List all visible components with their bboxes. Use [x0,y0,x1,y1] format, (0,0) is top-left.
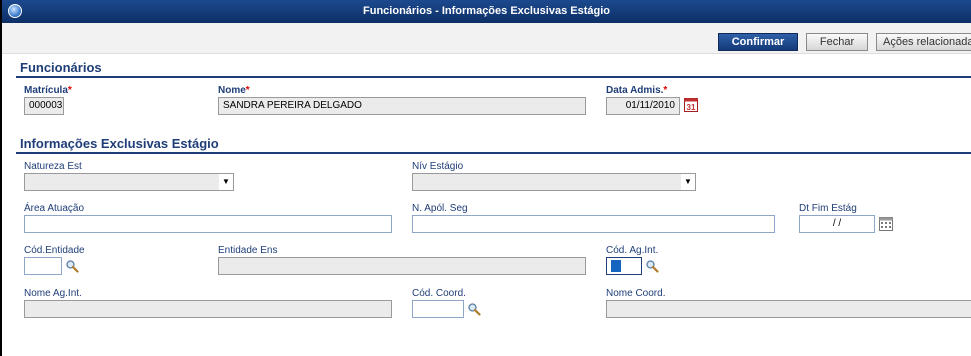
section-title-funcionarios: Funcionários [20,60,102,75]
natureza-label: Natureza Est [24,161,82,172]
app-logo-icon [8,4,22,18]
dialog-window: Funcionários - Informações Exclusivas Es… [0,0,971,356]
search-icon[interactable] [65,259,79,273]
cod-entidade-input[interactable] [24,257,62,275]
area-atuacao-label: Área Atuação [24,203,85,214]
data-admissao-label: Data Admis.* [606,85,668,96]
cod-entidade-label: Cód.Entidade [24,245,85,256]
confirm-button[interactable]: Confirmar [718,33,798,51]
dt-fim-input[interactable]: / / [799,215,875,233]
natureza-select[interactable]: ▼ [24,173,234,191]
dt-fim-label: Dt Fim Estág [799,203,857,214]
title-bar: Funcionários - Informações Exclusivas Es… [2,0,971,23]
chevron-down-icon[interactable]: ▼ [681,174,695,190]
cod-coord-label: Cód. Coord. [412,288,466,299]
nome-agint-field[interactable] [24,300,392,318]
text-cursor [611,260,621,273]
data-admissao-field[interactable]: 01/11/2010 [606,97,680,115]
toolbar: Confirmar Fechar Ações relacionadas [2,23,971,54]
nome-coord-label: Nome Coord. [606,288,666,299]
entidade-label: Entidade Ens [218,245,278,256]
area-atuacao-input[interactable] [24,215,392,233]
nome-agint-label: Nome Ag.Int. [24,288,82,299]
close-button[interactable]: Fechar [806,33,868,51]
calendar-icon[interactable]: 31 [684,98,698,112]
calendar-icon[interactable] [879,217,893,231]
section-divider [16,76,971,78]
apolice-label: N. Apól. Seg [412,203,468,214]
entidade-field[interactable] [218,257,586,275]
matricula-field[interactable]: 000003 [24,97,64,115]
chevron-down-icon[interactable]: ▼ [219,174,233,190]
section-title-estagio: Informações Exclusivas Estágio [20,136,219,151]
related-actions-button[interactable]: Ações relacionadas [876,33,971,51]
window-title: Funcionários - Informações Exclusivas Es… [363,5,610,17]
cod-coord-input[interactable] [412,300,464,318]
nome-coord-field[interactable] [606,300,971,318]
nivel-estagio-select[interactable]: ▼ [412,173,696,191]
section-divider [16,152,971,154]
nivel-estagio-label: Nív Estágio [412,161,464,172]
nome-field[interactable]: SANDRA PEREIRA DELGADO [218,97,586,115]
cod-agint-label: Cód. Ag.Int. [606,245,659,256]
matricula-label: Matrícula* [24,85,72,96]
cod-agint-input[interactable] [606,257,642,275]
svg-text:31: 31 [687,103,696,112]
search-icon[interactable] [645,259,659,273]
search-icon[interactable] [467,302,481,316]
apolice-input[interactable] [412,215,775,233]
nome-label: Nome* [218,85,250,96]
